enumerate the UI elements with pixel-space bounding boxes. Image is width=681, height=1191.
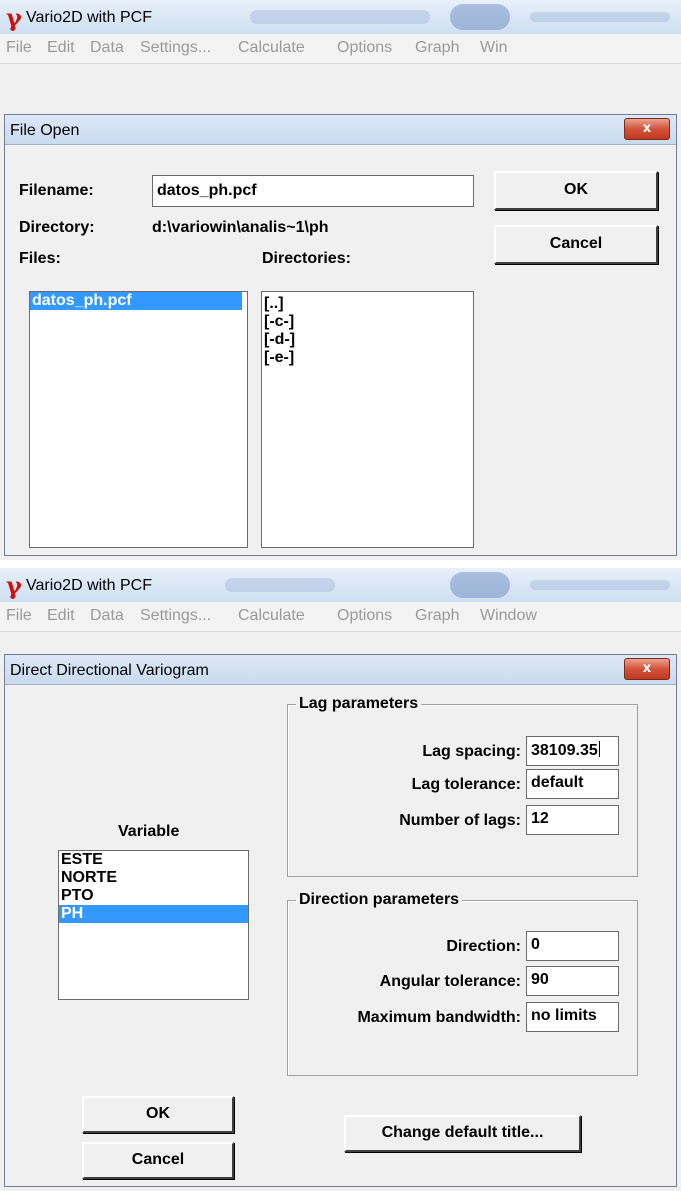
variable-listbox[interactable]: ESTE NORTE PTO PH	[58, 850, 249, 1000]
variable-item-ph[interactable]: PH	[59, 905, 248, 923]
file-item-datos-ph[interactable]: datos_ph.pcf	[30, 292, 242, 310]
app-gamma-icon: γ	[6, 571, 22, 600]
menu-window[interactable]: Win	[480, 39, 508, 57]
directories-listbox[interactable]: [..] [-c-] [-d-] [-e-]	[261, 291, 474, 548]
menu-options[interactable]: Options	[337, 607, 392, 625]
app-title: Vario2D with PCF	[26, 577, 152, 594]
directory-item-d[interactable]: [-d-]	[262, 331, 473, 349]
ok-button[interactable]: OK	[494, 171, 658, 210]
app-titlebar: γ Vario2D with PCF	[0, 0, 681, 34]
number-of-lags-input[interactable]: 12	[526, 805, 619, 835]
direction-label: Direction:	[446, 938, 521, 955]
directory-item-parent[interactable]: [..]	[262, 295, 473, 313]
maximum-bandwidth-input[interactable]: no limits	[526, 1002, 619, 1032]
close-icon: x	[642, 661, 652, 676]
variable-label: Variable	[118, 823, 180, 840]
variable-item-pto[interactable]: PTO	[59, 887, 248, 905]
lag-spacing-input[interactable]: 38109.35	[526, 736, 619, 766]
lag-parameters-label: Lag parameters	[296, 695, 422, 713]
variable-item-este[interactable]: ESTE	[59, 851, 248, 869]
menu-graph[interactable]: Graph	[415, 607, 459, 625]
direction-parameters-label: Direction parameters	[296, 891, 463, 909]
menu-settings[interactable]: Settings...	[140, 39, 211, 57]
variogram-titlebar: Direct Directional Variogram x	[5, 655, 676, 685]
file-open-close-button[interactable]: x	[624, 118, 670, 140]
variable-item-norte[interactable]: NORTE	[59, 869, 248, 887]
file-open-title: File Open	[10, 122, 80, 139]
menu-bar: File Edit Data Settings... Calculate Opt…	[0, 34, 681, 64]
app-titlebar: γ Vario2D with PCF	[0, 568, 681, 602]
menu-data[interactable]: Data	[90, 39, 124, 57]
cancel-button[interactable]: Cancel	[82, 1142, 234, 1179]
menu-window[interactable]: Window	[480, 607, 537, 625]
angular-tolerance-label: Angular tolerance:	[379, 973, 521, 990]
screenshot-file-open: γ Vario2D with PCF File Edit Data Settin…	[0, 0, 681, 560]
screenshot-variogram: γ Vario2D with PCF File Edit Data Settin…	[0, 568, 681, 1191]
filename-label: Filename:	[19, 182, 94, 199]
variogram-title: Direct Directional Variogram	[10, 662, 209, 679]
app-title: Vario2D with PCF	[26, 9, 152, 26]
directory-item-e[interactable]: [-e-]	[262, 349, 473, 367]
directory-value: d:\variowin\analis~1\ph	[152, 219, 329, 236]
filename-input[interactable]: datos_ph.pcf	[152, 175, 474, 207]
menu-graph[interactable]: Graph	[415, 39, 459, 57]
menu-calculate[interactable]: Calculate	[238, 39, 305, 57]
menu-edit[interactable]: Edit	[47, 39, 75, 57]
lag-tolerance-input[interactable]: default	[526, 769, 619, 799]
angular-tolerance-input[interactable]: 90	[526, 966, 619, 996]
files-label: Files:	[19, 250, 61, 267]
directory-item-c[interactable]: [-c-]	[262, 313, 473, 331]
app-gamma-icon: γ	[6, 3, 22, 32]
cancel-button[interactable]: Cancel	[494, 225, 658, 264]
close-icon: x	[642, 121, 652, 136]
menu-settings[interactable]: Settings...	[140, 607, 211, 625]
menu-file[interactable]: File	[6, 607, 32, 625]
number-of-lags-label: Number of lags:	[399, 812, 521, 829]
lag-spacing-label: Lag spacing:	[422, 743, 521, 760]
file-open-dialog: File Open x Filename: datos_ph.pcf Direc…	[4, 114, 677, 556]
change-default-title-button[interactable]: Change default title...	[344, 1115, 581, 1152]
maximum-bandwidth-label: Maximum bandwidth:	[357, 1009, 521, 1026]
variogram-close-button[interactable]: x	[624, 658, 670, 680]
ok-button[interactable]: OK	[82, 1096, 234, 1133]
menu-options[interactable]: Options	[337, 39, 392, 57]
directories-label: Directories:	[262, 250, 351, 267]
variogram-dialog: Direct Directional Variogram x Variable …	[4, 654, 677, 1187]
menu-data[interactable]: Data	[90, 607, 124, 625]
menu-file[interactable]: File	[6, 39, 32, 57]
file-open-titlebar: File Open x	[5, 115, 676, 145]
lag-tolerance-label: Lag tolerance:	[411, 776, 521, 793]
directory-label: Directory:	[19, 219, 95, 236]
files-listbox[interactable]: datos_ph.pcf	[29, 291, 248, 548]
menu-calculate[interactable]: Calculate	[238, 607, 305, 625]
direction-input[interactable]: 0	[526, 931, 619, 961]
menu-edit[interactable]: Edit	[47, 607, 75, 625]
menu-bar: File Edit Data Settings... Calculate Opt…	[0, 602, 681, 632]
